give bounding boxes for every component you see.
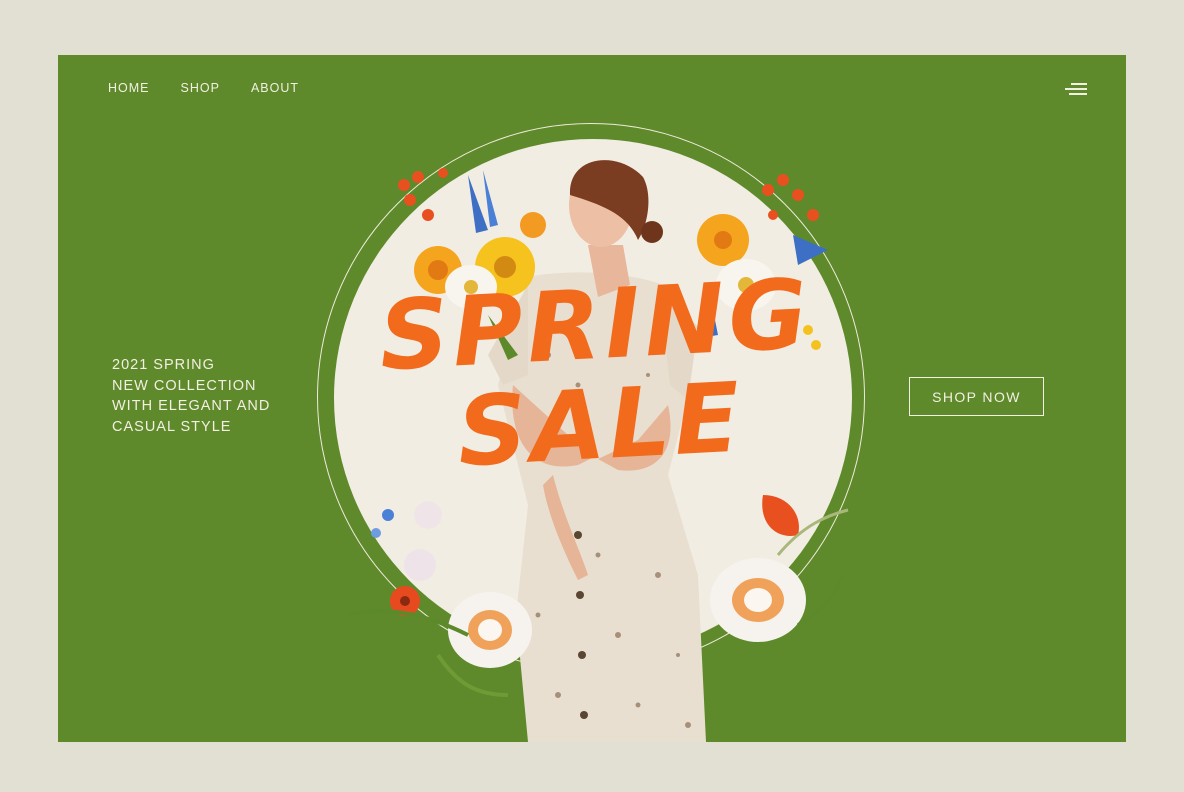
tagline-line-4: CASUAL STYLE	[112, 418, 232, 435]
hero-panel: HOME SHOP ABOUT SPRING SALE 2021 SPRING …	[58, 55, 1126, 742]
flower-cluster-bottom-left	[347, 501, 532, 697]
tagline-line-2: NEW COLLECTION	[112, 377, 257, 394]
shop-now-button[interactable]: SHOP NOW	[909, 377, 1044, 416]
tagline-line-1: 2021 SPRING	[112, 357, 215, 373]
collection-tagline: 2021 SPRING NEW COLLECTION WITH ELEGANT …	[112, 355, 270, 437]
flower-cluster-bottom-right	[710, 495, 849, 642]
tagline-line-3: WITH ELEGANT AND	[112, 398, 271, 414]
spring-sale-headline: SPRING SALE	[353, 258, 843, 489]
